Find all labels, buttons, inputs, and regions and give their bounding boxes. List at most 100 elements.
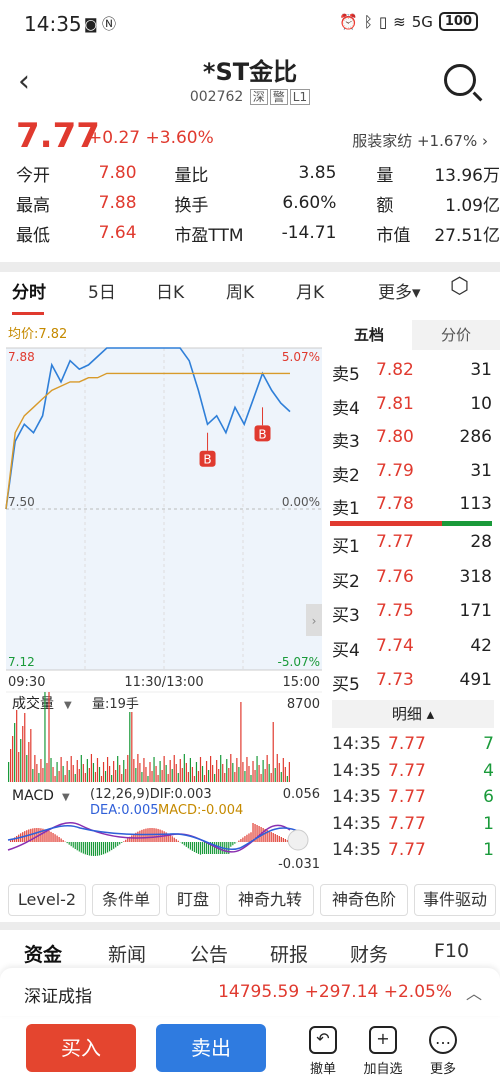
- tab-5day[interactable]: 5日: [88, 278, 116, 303]
- buy-level-row[interactable]: 买1 7.77 28: [330, 532, 496, 562]
- level-name: 卖2: [332, 465, 360, 486]
- quote-label: 今开: [16, 165, 50, 186]
- macd-bar: [96, 842, 99, 856]
- quote-label: 量: [376, 165, 394, 186]
- volume-bar: [187, 772, 189, 782]
- more-button[interactable]: … 更多: [418, 1026, 468, 1077]
- tab-price-dist[interactable]: 分价: [412, 320, 500, 350]
- add-watchlist-button[interactable]: + 加自选: [358, 1026, 408, 1077]
- volume-bar: [205, 761, 208, 782]
- color-scale-button[interactable]: 神奇色阶: [320, 884, 408, 916]
- time-close: 15:00: [283, 675, 320, 690]
- tab-weekly[interactable]: 周K: [226, 278, 254, 303]
- macd-bar: [98, 842, 101, 856]
- volume-bar: [96, 758, 99, 782]
- quote-row: 最低 7.64 市盈TTM -14.71 市值 27.51亿: [16, 218, 500, 248]
- volume-dropdown-icon[interactable]: ▼: [64, 700, 72, 711]
- macd-bar: [113, 842, 115, 849]
- volume-bar: [262, 760, 264, 782]
- volume-bar: [98, 767, 101, 782]
- sell-button[interactable]: 卖出: [156, 1024, 266, 1072]
- tab-finance[interactable]: 财务: [350, 940, 388, 967]
- macd-bar: [268, 831, 270, 842]
- tab-research[interactable]: 研报: [270, 940, 308, 967]
- status-right: ⏰ ᛒ ▯ ≋ 5G 100: [339, 12, 478, 31]
- volume-bar: [104, 771, 107, 782]
- buy-button[interactable]: 买入: [26, 1024, 136, 1072]
- tab-more[interactable]: 更多▾: [378, 278, 421, 303]
- sell-level-row[interactable]: 卖5 7.82 31: [330, 360, 496, 390]
- tab-funds[interactable]: 资金: [24, 940, 62, 967]
- volume-bar: [282, 758, 284, 782]
- quote-value: 7.88: [98, 193, 137, 213]
- detail-row: 14:35 7.77 6: [332, 787, 496, 813]
- stock-code-row: 002762 深警 L1: [0, 88, 500, 105]
- tab-five-levels[interactable]: 五档: [326, 320, 412, 350]
- buy-level-row[interactable]: 买4 7.74 42: [330, 636, 496, 666]
- volume-bar: [119, 765, 121, 782]
- macd-bar: [119, 842, 121, 845]
- volume-bar: [175, 764, 177, 782]
- expand-icon[interactable]: [287, 829, 309, 851]
- sell-level-row[interactable]: 卖1 7.78 113: [330, 494, 496, 524]
- macd-bar: [88, 842, 90, 856]
- tab-f10[interactable]: F10: [434, 940, 469, 962]
- macd-bar: [276, 835, 278, 842]
- macd-bar: [203, 842, 206, 854]
- tab-daily[interactable]: 日K: [156, 278, 184, 303]
- volume-bar: [201, 766, 204, 782]
- macd-bar: [187, 842, 189, 849]
- tab-announcements[interactable]: 公告: [190, 940, 228, 967]
- volume-bar: [92, 763, 95, 782]
- volume-bar: [106, 757, 109, 782]
- cancel-order-label: 撤单: [309, 1062, 336, 1077]
- volume-title[interactable]: 成交量: [12, 695, 54, 712]
- volume-bar: [133, 759, 135, 782]
- quote-value: -14.71: [281, 223, 337, 243]
- intraday-chart[interactable]: B B 均价:7.82 7.88 5.07% 7.50 0.00% 7.12 -5…: [0, 320, 325, 880]
- watch-button[interactable]: 盯盘: [166, 884, 220, 916]
- search-icon[interactable]: [444, 64, 476, 96]
- tab-intraday[interactable]: 分时: [12, 278, 46, 303]
- macd-bar: [248, 833, 250, 842]
- cancel-order-button[interactable]: ↶ 撤单: [298, 1026, 348, 1077]
- macd-bar: [48, 830, 50, 842]
- level-price: 7.79: [376, 460, 414, 481]
- buy-level-row[interactable]: 买2 7.76 318: [330, 567, 496, 597]
- macd-dropdown-icon[interactable]: ▼: [62, 792, 70, 803]
- detail-price: 7.77: [388, 840, 426, 860]
- detail-price: 7.77: [388, 813, 426, 834]
- tab-news[interactable]: 新闻: [108, 940, 146, 967]
- sector-link[interactable]: 服装家纺 +1.67% ›: [352, 130, 488, 151]
- plus-icon: +: [369, 1026, 397, 1054]
- macd-bar: [68, 842, 70, 845]
- macd-bar: [193, 842, 196, 853]
- macd-bar: [127, 838, 129, 842]
- macd-title[interactable]: MACD: [12, 788, 54, 804]
- macd-bar: [66, 842, 68, 844]
- sell-level-row[interactable]: 卖2 7.79 31: [330, 461, 496, 491]
- sell-level-row[interactable]: 卖3 7.80 286: [330, 427, 496, 457]
- volume-bar: [74, 774, 76, 782]
- market-tag: 深: [249, 89, 268, 105]
- macd-params: (12,26,9)DIF:0.003: [90, 787, 212, 802]
- volume-bar: [36, 764, 38, 782]
- tab-monthly[interactable]: 月K: [296, 278, 324, 303]
- macd-bar: [111, 842, 113, 851]
- macd-bar: [117, 842, 119, 846]
- level2-button[interactable]: Level-2: [8, 884, 86, 916]
- event-driven-button[interactable]: 事件驱动: [414, 884, 496, 916]
- buy-level-row[interactable]: 买5 7.73 491: [330, 670, 496, 700]
- nine-turn-button[interactable]: 神奇九转: [226, 884, 314, 916]
- volume-bar: [54, 776, 56, 782]
- sell-level-row[interactable]: 卖4 7.81 10: [330, 394, 496, 424]
- volume-bar: [82, 764, 84, 782]
- volume-bar: [58, 771, 60, 782]
- index-ticker[interactable]: 深证成指 14795.59 +297.14 +2.05% ︿: [0, 968, 500, 1016]
- conditional-order-button[interactable]: 条件单: [92, 884, 160, 916]
- more-dots-icon: …: [429, 1026, 457, 1054]
- volume-bar: [161, 770, 163, 782]
- detail-header[interactable]: 明细 ▴: [332, 700, 494, 728]
- buy-level-row[interactable]: 买3 7.75 171: [330, 601, 496, 631]
- settings-icon[interactable]: ⬡: [450, 274, 469, 299]
